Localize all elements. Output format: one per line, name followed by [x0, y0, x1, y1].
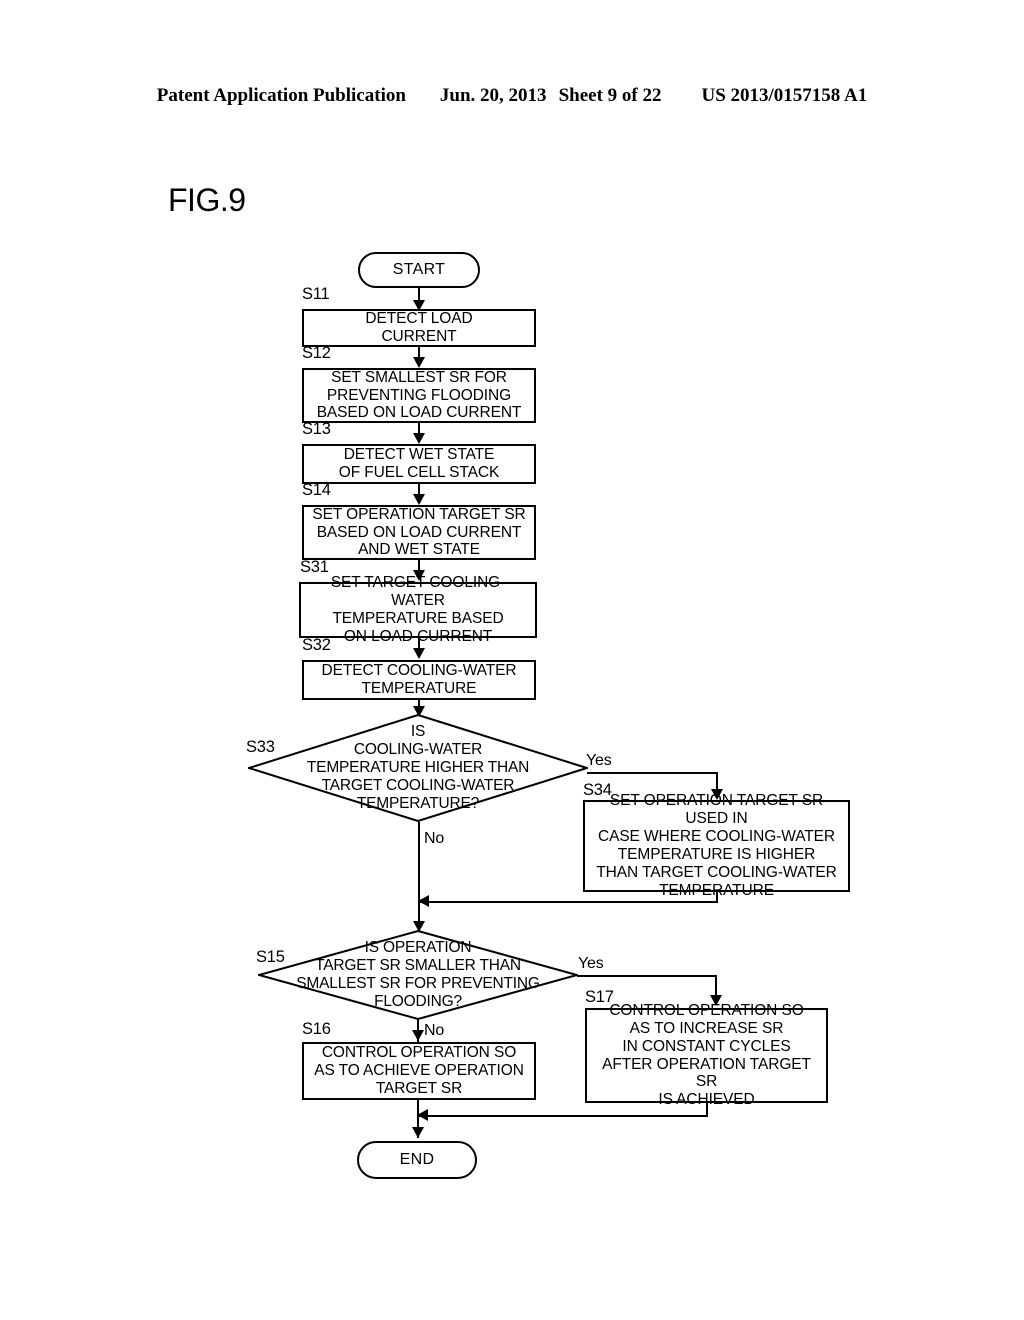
- flow-node-s14-text: SET OPERATION TARGET SR BASED ON LOAD CUR…: [312, 505, 526, 559]
- connector-s15-yes-horizontal: [577, 975, 717, 977]
- header-date: Jun. 20, 2013: [439, 85, 547, 106]
- flow-node-s13-text: DETECT WET STATE OF FUEL CELL STACK: [338, 446, 500, 481]
- flow-node-s34-text: SET OPERATION TARGET SR USED IN CASE WHER…: [596, 792, 837, 899]
- flow-node-s17-text: CONTROL OPERATION SO AS TO INCREASE SR IN …: [602, 1001, 811, 1109]
- flow-node-s14: SET OPERATION TARGET SR BASED ON LOAD CUR…: [302, 505, 536, 560]
- branch-label-s15-yes: Yes: [578, 955, 604, 972]
- arrowhead-s17-merge: [417, 1109, 428, 1121]
- flow-node-s16-text: CONTROL OPERATION SO AS TO ACHIEVE OPERAT…: [314, 1044, 524, 1097]
- flow-node-s32: DETECT COOLING-WATER TEMPERATURE: [302, 660, 536, 700]
- flow-node-end: END: [357, 1141, 477, 1179]
- connector-s33-no-vertical: [418, 822, 420, 931]
- flow-node-s17: CONTROL OPERATION SO AS TO INCREASE SR IN …: [585, 1002, 828, 1108]
- flow-node-s34: SET OPERATION TARGET SR USED IN CASE WHER…: [583, 792, 850, 899]
- arrowhead-s15-to-s16: [412, 1030, 424, 1041]
- flow-node-s13: DETECT WET STATE OF FUEL CELL STACK: [302, 444, 536, 484]
- header-patent-number: US 2013/0157158 A1: [701, 85, 868, 106]
- flow-node-s12: SET SMALLEST SR FOR PREVENTING FLOODING BA…: [302, 368, 536, 423]
- diamond-outline-s33: [248, 714, 588, 822]
- header-publication: Patent Application Publication: [156, 85, 406, 106]
- flow-node-s32-text: DETECT COOLING-WATER TEMPERATURE: [321, 662, 517, 697]
- flow-node-s31: SET TARGET COOLING-WATER TEMPERATURE BASE…: [299, 574, 537, 645]
- step-label-s14: S14: [302, 481, 331, 499]
- flow-node-s16: CONTROL OPERATION SO AS TO ACHIEVE OPERAT…: [302, 1042, 536, 1100]
- step-label-s12: S12: [302, 344, 331, 362]
- step-label-s13: S13: [302, 420, 331, 438]
- step-label-s16: S16: [302, 1020, 331, 1038]
- arrowhead-s13-to-s14: [413, 494, 425, 505]
- flow-node-start: START: [358, 252, 480, 288]
- diamond-outline-s15: [258, 930, 578, 1020]
- connector-s17-merge-horizontal: [417, 1115, 708, 1117]
- arrowhead-to-end: [412, 1127, 424, 1138]
- branch-label-s33-yes: Yes: [586, 752, 612, 769]
- flow-node-s12-text: SET SMALLEST SR FOR PREVENTING FLOODING BA…: [316, 368, 522, 422]
- flow-node-s31-text: SET TARGET COOLING-WATER TEMPERATURE BASE…: [330, 574, 506, 645]
- arrowhead-s12-to-s13: [413, 433, 425, 444]
- header-sheet: Sheet 9 of 22: [558, 85, 662, 106]
- flow-node-s11-text: DETECT LOAD CURRENT: [365, 310, 473, 345]
- connector-s34-merge-horizontal: [418, 901, 718, 903]
- page-header: Patent Application Publication Jun. 20, 2…: [0, 85, 1024, 107]
- branch-label-s33-no: No: [424, 830, 445, 847]
- flow-node-s15: IS OPERATION TARGET SR SMALLER THAN SMALLE…: [258, 930, 578, 1020]
- arrowhead-s31-to-s32: [413, 648, 425, 659]
- branch-label-s15-no: No: [424, 1022, 445, 1039]
- step-label-s11: S11: [302, 285, 330, 303]
- step-label-s32: S32: [302, 636, 331, 654]
- arrowhead-s11-to-s12: [413, 357, 425, 368]
- flow-node-start-label: START: [392, 261, 446, 278]
- connector-s33-yes-horizontal: [587, 772, 718, 774]
- figure-label: FIG.9: [168, 182, 246, 218]
- flow-node-end-label: END: [399, 1151, 435, 1168]
- flow-node-s11: DETECT LOAD CURRENT: [302, 309, 536, 347]
- flow-node-s33: IS COOLING-WATER TEMPERATURE HIGHER THAN TA…: [248, 714, 588, 822]
